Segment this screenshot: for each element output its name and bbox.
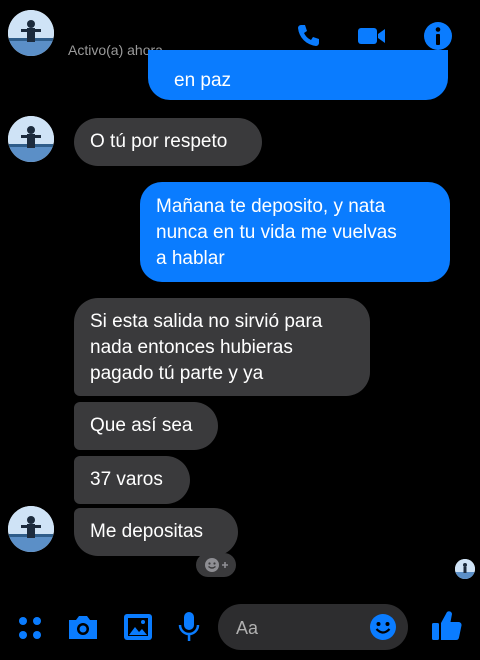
smiley-plus-icon: [205, 558, 228, 572]
contact-avatar[interactable]: [8, 116, 54, 162]
message-text-line: Si esta salida no sirvió para: [90, 311, 323, 332]
video-camera-icon[interactable]: [355, 20, 387, 52]
add-reaction-button[interactable]: [196, 553, 236, 577]
message-text: 37 varos: [90, 469, 163, 490]
message-bubble-incoming[interactable]: Me depositas: [74, 508, 238, 556]
message-bubble-incoming[interactable]: Si esta salida no sirvió para nada enton…: [74, 298, 370, 396]
message-text-line: a hablar: [156, 248, 225, 269]
message-text-line: nada entonces hubieras: [90, 337, 293, 358]
contact-avatar[interactable]: [8, 506, 54, 552]
message-text-line: nunca en tu vida me vuelvas: [156, 222, 397, 243]
microphone-icon[interactable]: [176, 610, 202, 644]
emoji-icon[interactable]: [368, 612, 398, 642]
message-bubble-outgoing[interactable]: Mañana te deposito, y nata nunca en tu v…: [140, 182, 450, 282]
message-text: en paz: [174, 70, 232, 91]
message-text-line: Mañana te deposito, y nata: [156, 196, 386, 217]
message-input[interactable]: [234, 612, 368, 644]
message-bubble-incoming[interactable]: 37 varos: [74, 456, 190, 504]
message-input-wrapper: [218, 604, 408, 650]
info-icon[interactable]: [422, 20, 454, 52]
gallery-icon[interactable]: [122, 612, 154, 642]
message-text: Me depositas: [90, 521, 204, 542]
phone-icon[interactable]: [292, 20, 324, 52]
menu-dots-icon[interactable]: [16, 614, 44, 642]
seen-avatar: [455, 559, 475, 579]
camera-icon[interactable]: [66, 612, 100, 642]
thumbs-up-icon[interactable]: [430, 608, 464, 644]
contact-avatar[interactable]: [8, 10, 54, 56]
message-text: Que así sea: [90, 415, 193, 436]
message-bubble-outgoing[interactable]: en paz: [148, 50, 448, 100]
message-bubble-incoming[interactable]: Que así sea: [74, 402, 218, 450]
message-bubble-incoming[interactable]: O tú por respeto: [74, 118, 262, 166]
message-text: O tú por respeto: [90, 131, 228, 152]
message-text-line: pagado tú parte y ya: [90, 363, 264, 384]
